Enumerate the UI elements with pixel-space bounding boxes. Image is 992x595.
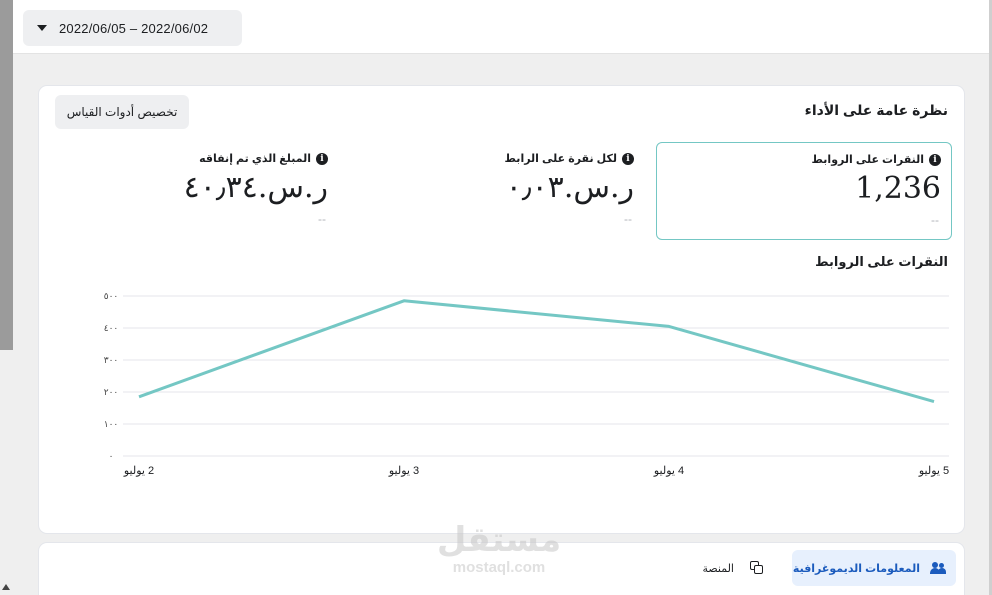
y-tick-label: ٠ [109,452,114,462]
y-tick-label: ٢٠٠ [104,388,119,398]
platform-icon [750,561,764,575]
data-point[interactable] [135,393,143,401]
x-tick-label: 5 يوليو [918,465,949,477]
x-tick-label: 4 يوليو [653,465,684,477]
y-tick-label: ١٠٠ [104,420,119,430]
performance-overview-card: نظرة عامة على الأداء تخصيص أدوات القياس … [39,86,964,533]
link-clicks-line-chart: ٠ ١٠٠ ٢٠٠ ٣٠٠ ٤٠٠ ٥٠٠ 2 يوليو 3 يوليو 4 يوليو 5 ي… [104,292,949,477]
date-range-label: 2022/06/05 – 2022/06/02 [59,20,209,36]
date-range-picker[interactable]: 2022/06/05 – 2022/06/02 [23,10,242,46]
y-tick-label: ٤٠٠ [104,324,119,334]
tab-platform-label: المنصة [702,562,734,575]
tab-demographics-label: المعلومات الديموغرافية [792,562,920,575]
tab-platform[interactable]: المنصة [702,550,764,586]
y-tick-label: ٣٠٠ [104,356,119,366]
data-point[interactable] [665,322,673,330]
data-point[interactable] [930,398,938,406]
side-gutter [0,350,13,595]
tab-demographics[interactable]: المعلومات الديموغرافية [792,550,956,586]
breakdown-card: المعلومات الديموغرافية المنصة [39,543,964,595]
app-window: 2022/06/05 – 2022/06/02 نظرة عامة على ال… [0,0,992,595]
side-scrollbar[interactable] [0,0,13,350]
top-toolbar: 2022/06/05 – 2022/06/02 [13,0,989,54]
scroll-up-arrow-icon[interactable] [2,584,10,590]
data-point[interactable] [400,297,408,305]
series-line-link-clicks[interactable] [138,299,935,404]
x-tick-label: 2 يوليو [123,465,154,477]
y-tick-label: ٥٠٠ [104,292,119,302]
x-tick-label: 3 يوليو [388,465,419,477]
chevron-down-icon [37,25,47,31]
people-icon [930,562,946,574]
